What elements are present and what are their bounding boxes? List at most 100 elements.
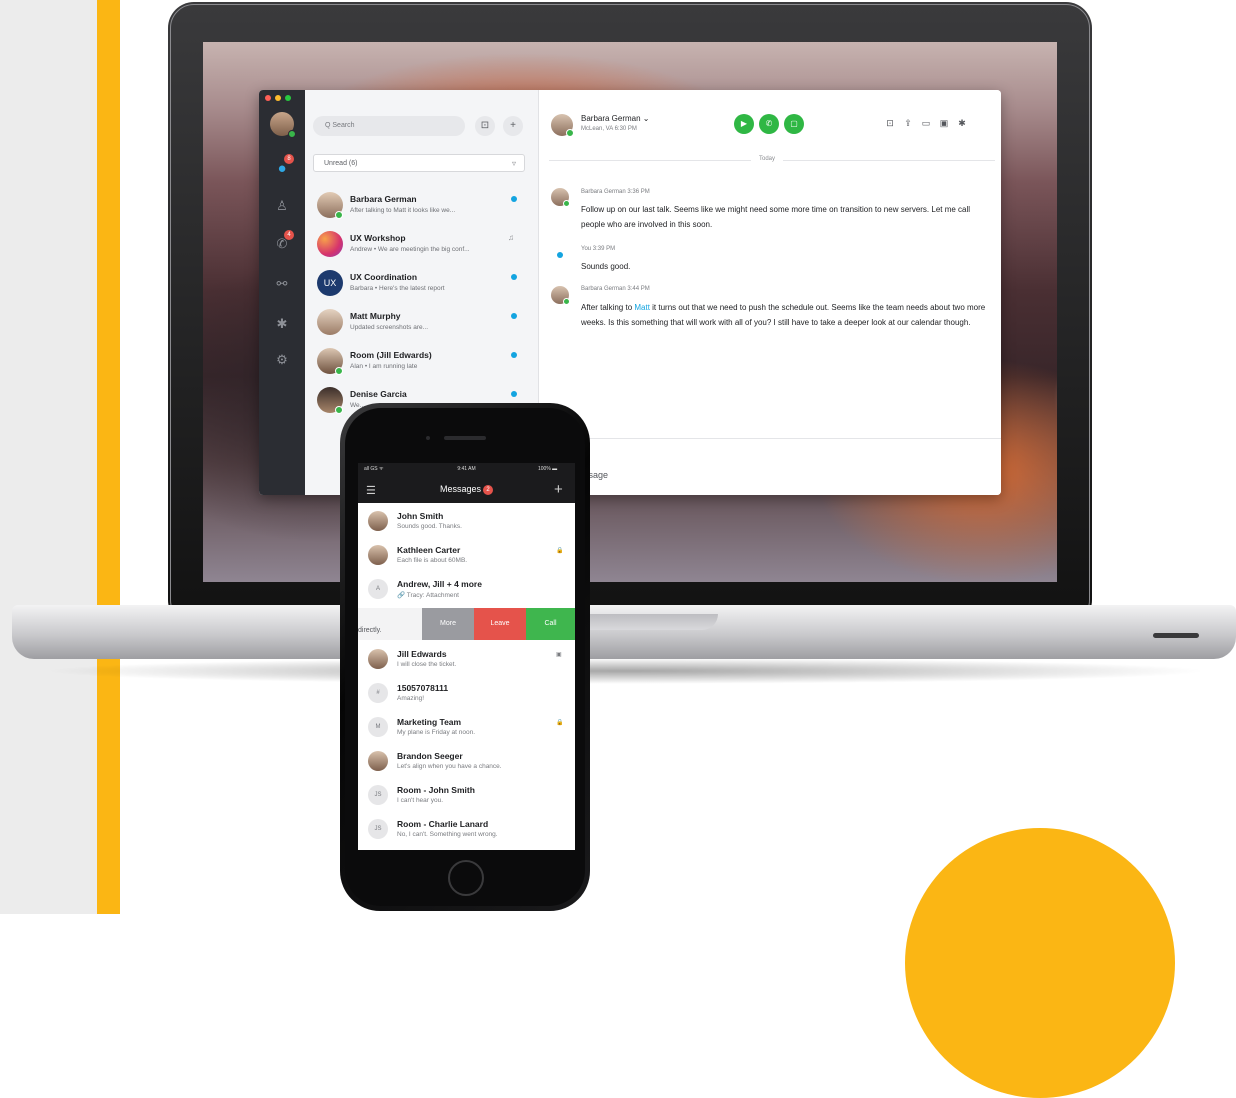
contact-name: Brandon Seeger [397, 751, 463, 761]
contact-name: Room - John Smith [397, 785, 475, 795]
list-item[interactable]: # 15057078111 Amazing! [358, 677, 575, 711]
message-preview: I will close the ticket. [397, 661, 457, 668]
conversation-name: Denise Garcia [350, 389, 407, 399]
avatar [368, 545, 388, 565]
conversation-item[interactable]: UX UX Coordination Barbara • Here's the … [305, 264, 538, 304]
message-text: Follow up on our last talk. Seems like w… [581, 205, 971, 229]
conversation-name: UX Workshop [350, 233, 406, 243]
status-bar: all GS ᯤ 9:41 AM 100% ▬ [358, 463, 575, 477]
messages-badge: 8 [284, 154, 294, 164]
video-call-button[interactable]: ▶ [734, 114, 754, 134]
contact-name[interactable]: Barbara German ⌄ [581, 114, 650, 123]
contacts-icon[interactable]: ♙ [259, 198, 305, 214]
unread-indicator [511, 196, 517, 202]
conversation-preview: Andrew • We are meetingin the big conf..… [350, 246, 470, 253]
presence-indicator [335, 367, 343, 375]
avatar [317, 231, 343, 257]
avatar: JS [368, 785, 388, 805]
truncated-message-text: directly. [358, 627, 382, 634]
window-zoom-button[interactable] [285, 95, 291, 101]
battery-status: 100% ▬ [538, 466, 558, 472]
title-text: Messages [439, 484, 482, 494]
conversation-item[interactable]: Barbara German After talking to Matt it … [305, 186, 538, 226]
day-label: Today [751, 156, 784, 162]
message-preview: Each file is about 60MB. [397, 557, 468, 564]
contact-name: Andrew, Jill + 4 more [397, 579, 482, 589]
audio-call-button[interactable]: ✆ [759, 114, 779, 134]
avatar [368, 751, 388, 771]
avatar: A [368, 579, 388, 599]
presence-indicator [563, 200, 570, 207]
home-button[interactable] [448, 860, 484, 896]
conversation-item[interactable]: Matt Murphy Updated screenshots are... [305, 303, 538, 343]
lock-icon: 🔒 [556, 720, 564, 726]
more-button[interactable]: More [422, 608, 474, 640]
calls-badge: 4 [284, 230, 294, 240]
wallpaper-snow [1053, 322, 1057, 472]
search-input[interactable]: Q Search [313, 116, 465, 136]
calendar-icon: ▣ [556, 652, 562, 658]
call-button[interactable]: Call [526, 608, 575, 640]
user-presence-indicator [288, 130, 296, 138]
compose-divider [539, 438, 1001, 439]
unread-filter[interactable]: Unread (6) ▿ [313, 154, 525, 172]
filter-icon[interactable]: ▿ [512, 155, 516, 173]
list-item[interactable]: M Marketing Team My plane is Friday at n… [358, 711, 575, 745]
compose-icon[interactable]: ⊡ [475, 116, 495, 136]
calls-icon[interactable]: ✆ [259, 236, 305, 252]
list-item[interactable]: John Smith Sounds good. Thanks. [358, 505, 575, 539]
settings-icon[interactable]: ⚙ [259, 352, 305, 368]
mention-link[interactable]: Matt [634, 303, 650, 312]
unread-indicator [511, 352, 517, 358]
add-icon[interactable]: + [554, 481, 563, 498]
conversation-preview: After talking to Matt it looks like we..… [350, 207, 456, 214]
laptop-port [1153, 633, 1199, 638]
contact-name: John Smith [397, 511, 444, 521]
avatar [368, 511, 388, 531]
list-item[interactable]: Jill Edwards I will close the ticket. ▣ [358, 643, 575, 677]
conversation-preview: Barbara • Here's the latest report [350, 285, 445, 292]
list-item[interactable]: JS Room - John Smith I can't hear you. [358, 779, 575, 813]
list-item[interactable]: JS Room - Charlie Lanard No, I can't. So… [358, 813, 575, 847]
list-item[interactable]: Kathleen Carter Each file is about 60MB.… [358, 539, 575, 573]
conversation-item[interactable]: Room (Jill Edwards) Alan • I am running … [305, 342, 538, 382]
presence-indicator [563, 298, 570, 305]
conversation-name: Barbara German [350, 194, 417, 204]
muted-icon: ♫ [508, 233, 514, 242]
avatar: # [368, 683, 388, 703]
avatar: UX [317, 270, 343, 296]
camera-icon[interactable]: ⊡ [884, 118, 896, 129]
message-meta: You 3:39 PM [581, 246, 616, 252]
message-text: After talking to Matt it turns out that … [581, 300, 991, 330]
list-item[interactable]: Brandon Seeger Let's align when you have… [358, 745, 575, 779]
message-preview: Sounds good. Thanks. [397, 523, 462, 530]
link-icon[interactable]: ⚯ [259, 276, 305, 292]
messages-icon[interactable]: ● [259, 160, 305, 177]
self-indicator [557, 252, 563, 258]
laptop-shadow [40, 658, 1210, 684]
leave-button[interactable]: Leave [474, 608, 526, 640]
avatar [317, 309, 343, 335]
contact-location: McLean, VA 6:30 PM [581, 126, 637, 132]
avatar: JS [368, 819, 388, 839]
conversation-item[interactable]: UX Workshop Andrew • We are meetingin th… [305, 225, 538, 265]
contact-presence-indicator [566, 129, 574, 137]
apps-icon[interactable]: ✱ [259, 316, 305, 332]
message-meta: Barbara German 3:44 PM [581, 286, 650, 292]
add-button[interactable]: + [503, 116, 523, 136]
list-item[interactable]: A Andrew, Jill + 4 more 🔗 Tracy: Attachm… [358, 573, 575, 607]
swiped-list-item[interactable]: More Leave Call [358, 608, 575, 640]
conversation-name: Matt Murphy [350, 311, 401, 321]
window-close-button[interactable] [265, 95, 271, 101]
share-icon[interactable]: ⇪ [902, 118, 914, 129]
window-minimize-button[interactable] [275, 95, 281, 101]
apps-icon[interactable]: ✱ [956, 118, 968, 129]
contact-name: Kathleen Carter [397, 545, 461, 555]
board-icon[interactable]: ▣ [938, 118, 950, 129]
conversation-name: UX Coordination [350, 272, 418, 282]
share-screen-button[interactable]: ▢ [784, 114, 804, 134]
unread-badge: 2 [483, 485, 494, 495]
folder-icon[interactable]: ▭ [920, 118, 932, 129]
contact-name: Jill Edwards [397, 649, 447, 659]
phone-camera [426, 436, 430, 440]
